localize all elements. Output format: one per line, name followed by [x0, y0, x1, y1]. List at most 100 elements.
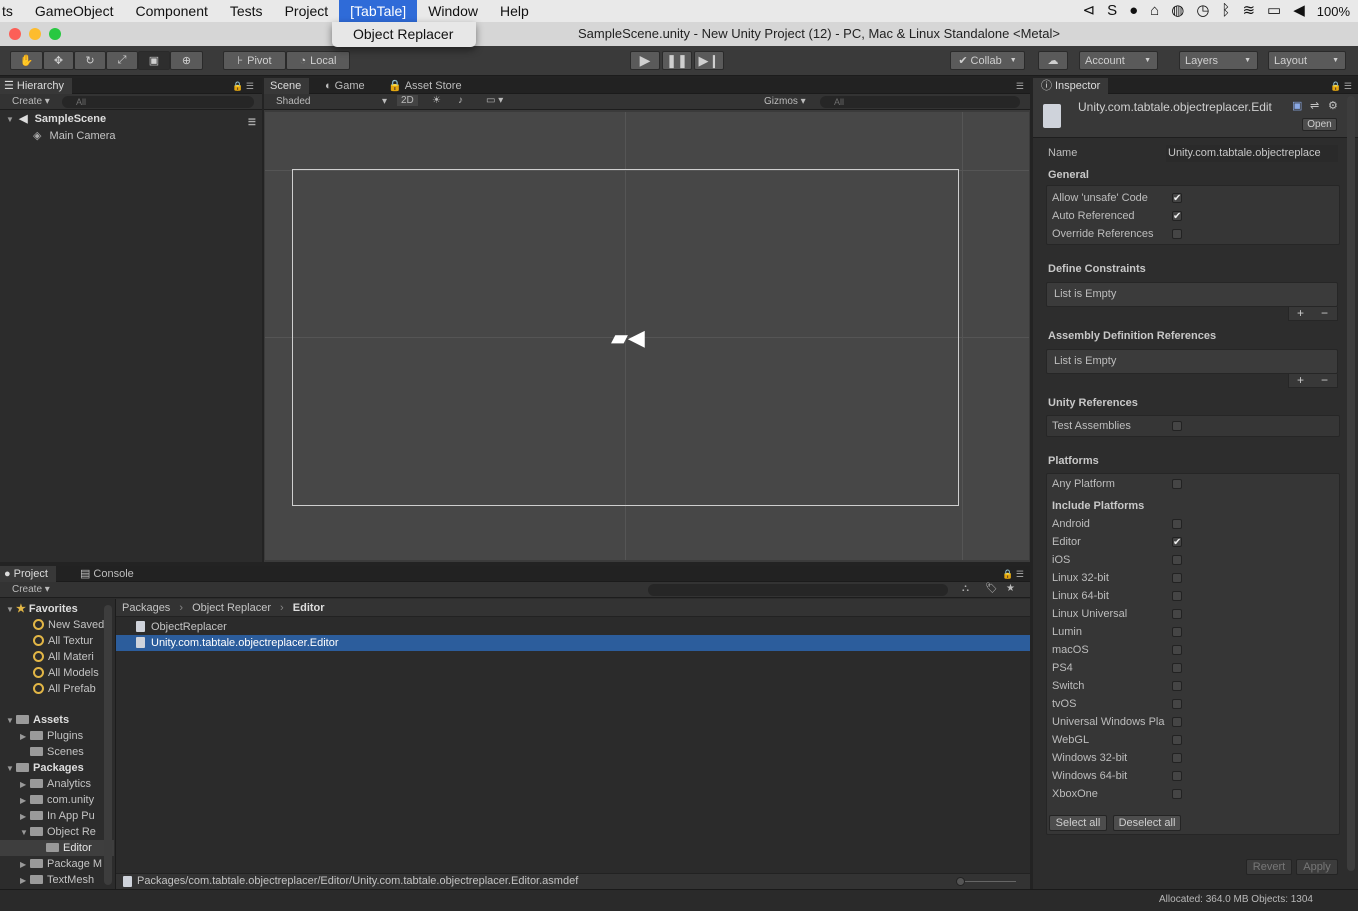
expand-arrow-icon[interactable]: ▶: [20, 809, 30, 824]
tree-item-folder[interactable]: ▼ Object Re: [0, 824, 114, 840]
layers-dropdown[interactable]: Layers ▼: [1179, 51, 1258, 70]
hand-tool-button[interactable]: ✋: [10, 51, 43, 70]
hierarchy-item-main-camera[interactable]: ◈ Main Camera: [0, 128, 262, 144]
time-machine-icon[interactable]: ◷: [1196, 0, 1209, 22]
file-row-selected[interactable]: Unity.com.tabtale.objectreplacer.Editor: [116, 635, 1030, 651]
step-button[interactable]: ▶❙: [694, 51, 724, 70]
pivot-toggle[interactable]: ⊦ Pivot: [223, 51, 286, 70]
expand-arrow-icon[interactable]: ▶: [20, 729, 30, 744]
filter-by-type-icon[interactable]: ⛬: [962, 583, 969, 594]
cloud-button[interactable]: ☁: [1038, 51, 1068, 70]
deselect-all-button[interactable]: Deselect all: [1113, 815, 1181, 831]
platform-checkbox[interactable]: [1172, 609, 1182, 619]
platform-checkbox[interactable]: [1172, 555, 1182, 565]
breadcrumb-item[interactable]: Packages: [122, 602, 170, 614]
auto-referenced-checkbox[interactable]: ✔: [1172, 211, 1182, 222]
camera-gizmo-icon[interactable]: ▰◀: [611, 325, 645, 351]
panel-menu-icon[interactable]: 🔒 ☰: [232, 81, 254, 92]
tree-item-folder-selected[interactable]: Editor: [0, 840, 114, 856]
platform-checkbox[interactable]: [1172, 573, 1182, 583]
menu-component[interactable]: Component: [124, 0, 218, 22]
tree-scrollbar[interactable]: [104, 605, 112, 885]
panel-menu-icon[interactable]: 🔒 ☰: [1002, 569, 1024, 580]
assets-header[interactable]: ▼ Assets: [0, 712, 114, 728]
scale-tool-button[interactable]: ⤢: [106, 51, 138, 70]
file-row[interactable]: ObjectReplacer: [116, 619, 1030, 635]
shading-mode-dropdown[interactable]: Shaded: [276, 96, 310, 107]
favorite-star-icon[interactable]: ★: [1006, 583, 1015, 594]
test-assemblies-checkbox[interactable]: [1172, 421, 1182, 431]
scene-menu-icon[interactable]: ☰: [248, 114, 256, 127]
platform-checkbox[interactable]: [1172, 519, 1182, 529]
menu-tests[interactable]: Tests: [219, 0, 274, 22]
preset-icon[interactable]: ⇌: [1310, 99, 1319, 112]
move-tool-button[interactable]: ✥: [43, 51, 74, 70]
menu-tests-partial[interactable]: ts: [0, 0, 24, 22]
rect-tool-button[interactable]: ▣: [138, 51, 170, 70]
platform-checkbox[interactable]: [1172, 735, 1182, 745]
packages-header[interactable]: ▼ Packages: [0, 760, 114, 776]
icon-size-slider-thumb[interactable]: [956, 877, 965, 886]
remove-icon[interactable]: −: [1321, 307, 1328, 319]
platform-checkbox[interactable]: [1172, 771, 1182, 781]
collab-dropdown[interactable]: ✔ Collab ▼: [950, 51, 1025, 70]
tab-console[interactable]: ▤ Console: [74, 566, 142, 582]
panel-menu-icon[interactable]: 🔒 ☰: [1330, 81, 1352, 92]
menu-help[interactable]: Help: [489, 0, 540, 22]
rotate-tool-button[interactable]: ↻: [74, 51, 106, 70]
tab-scene[interactable]: Scene: [264, 78, 310, 94]
toggle-2d-button[interactable]: 2D: [397, 95, 418, 106]
expand-arrow-icon[interactable]: ▼: [6, 713, 16, 728]
expand-arrow-icon[interactable]: ▶: [20, 777, 30, 792]
vpn-icon[interactable]: ⊲: [1083, 0, 1096, 22]
expand-arrow-icon[interactable]: ▶: [20, 857, 30, 872]
hierarchy-create-button[interactable]: Create ▾: [12, 96, 50, 107]
breadcrumb-item[interactable]: Object Replacer: [192, 602, 271, 614]
tree-item-folder[interactable]: Scenes: [0, 744, 114, 760]
tree-item-favorite[interactable]: All Materi: [0, 649, 114, 665]
tree-item-favorite[interactable]: All Textur: [0, 633, 114, 649]
add-icon[interactable]: +: [1297, 307, 1304, 319]
panel-menu-icon[interactable]: ☰: [1016, 81, 1024, 92]
expand-arrow-icon[interactable]: ▼: [6, 602, 16, 617]
ghost-icon[interactable]: ⌂: [1150, 0, 1159, 22]
gizmos-dropdown[interactable]: Gizmos ▾: [764, 96, 806, 107]
platform-checkbox[interactable]: [1172, 699, 1182, 709]
tree-item-favorite[interactable]: All Prefab: [0, 681, 114, 697]
tab-project[interactable]: ● Project: [0, 566, 56, 582]
expand-arrow-icon[interactable]: ▶: [20, 793, 30, 808]
breadcrumb-item-current[interactable]: Editor: [293, 602, 325, 614]
tree-item-favorite[interactable]: New Saved: [0, 617, 114, 633]
tree-item-folder[interactable]: ▶ Package M: [0, 856, 114, 872]
inspector-scrollbar[interactable]: [1347, 96, 1355, 871]
play-button[interactable]: ▶: [630, 51, 660, 70]
name-field[interactable]: Unity.com.tabtale.objectreplace: [1166, 145, 1338, 162]
platform-checkbox[interactable]: [1172, 753, 1182, 763]
pause-button[interactable]: ❚❚: [662, 51, 692, 70]
globe-icon[interactable]: ◍: [1171, 0, 1184, 22]
add-icon[interactable]: +: [1297, 374, 1304, 386]
airplay-icon[interactable]: ▭: [1267, 0, 1281, 22]
platform-checkbox[interactable]: [1172, 627, 1182, 637]
expand-arrow-icon[interactable]: ▼: [6, 112, 16, 127]
effects-toggle-icon[interactable]: ▭ ▾: [486, 95, 503, 106]
platform-checkbox[interactable]: [1172, 789, 1182, 799]
expand-arrow-icon[interactable]: ▶: [20, 873, 30, 888]
platform-checkbox[interactable]: [1172, 591, 1182, 601]
volume-icon[interactable]: ◀: [1293, 0, 1305, 22]
revert-button[interactable]: Revert: [1246, 859, 1292, 875]
wifi-icon[interactable]: ≋: [1242, 0, 1255, 22]
skype-icon[interactable]: S: [1107, 0, 1117, 22]
filter-by-label-icon[interactable]: 🏷: [985, 583, 998, 594]
project-search-input[interactable]: [648, 584, 948, 596]
battery-percent[interactable]: 100%: [1317, 4, 1350, 19]
tree-item-folder[interactable]: ▶ Analytics: [0, 776, 114, 792]
audio-toggle-icon[interactable]: ♪: [458, 95, 463, 106]
scene-search-input[interactable]: All: [820, 96, 1020, 108]
apply-button[interactable]: Apply: [1296, 859, 1338, 875]
tab-game[interactable]: ◐ Game: [319, 78, 373, 94]
open-button[interactable]: Open: [1302, 118, 1337, 131]
tree-item-folder[interactable]: ▶ In App Pu: [0, 808, 114, 824]
scene-root-row[interactable]: ▼ ◀ SampleScene ☰: [0, 111, 262, 127]
select-all-button[interactable]: Select all: [1049, 815, 1107, 831]
